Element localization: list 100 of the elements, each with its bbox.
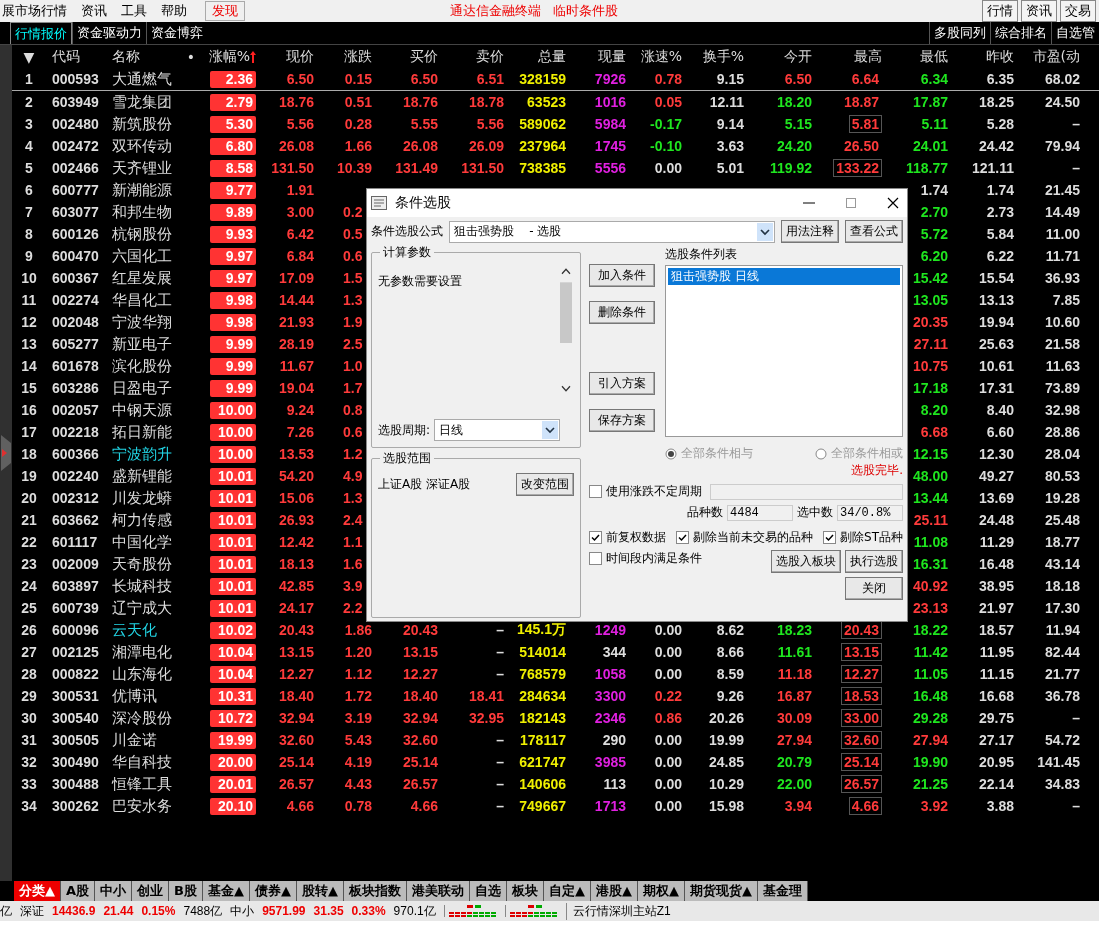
table-cell-text: 600366 (51, 446, 100, 462)
table-cell-text: 18.87 (842, 93, 880, 111)
dialog-button[interactable]: 关闭 (845, 577, 903, 600)
category-tab[interactable]: 港美联动 (407, 881, 470, 901)
checkbox[interactable]: 剔除当前未交易的品种 (676, 529, 813, 546)
category-tab[interactable]: 自选 (470, 881, 507, 901)
tab[interactable]: 自选管 (1051, 22, 1099, 44)
category-tab[interactable]: 期权▲ (638, 881, 685, 901)
category-tab[interactable]: 板块指数 (344, 881, 407, 901)
dialog-button[interactable]: 保存方案 (589, 409, 655, 432)
table-cell: 36.78 (1044, 688, 1080, 704)
column-header[interactable]: 最高 (812, 47, 882, 66)
dialog-button[interactable]: 引入方案 (589, 372, 655, 395)
column-header[interactable]: • (186, 48, 196, 65)
table-cell: 20.43 (402, 622, 438, 638)
stock-name: 滨化股份 (111, 356, 173, 376)
column-header[interactable]: 市盈(动 (1014, 47, 1080, 66)
table-cell: 119.92 (769, 160, 812, 176)
category-tab[interactable]: 期货现货▲ (685, 881, 758, 901)
table-cell-text: 300540 (51, 710, 100, 726)
category-tab[interactable]: A股 (61, 881, 96, 901)
tab[interactable]: 资金博弈 (146, 22, 207, 44)
category-tab[interactable]: 债券▲ (250, 881, 297, 901)
table-cell-text: 600367 (51, 270, 100, 286)
column-header[interactable]: 总量 (504, 47, 566, 66)
checkbox[interactable]: 时间段内满足条件 (589, 550, 702, 567)
table-cell: 14.49 (1044, 204, 1080, 220)
table-cell: 5.01 (716, 160, 744, 176)
checkbox[interactable]: 使用涨跌不定周期 (589, 483, 702, 500)
column-header[interactable]: 最低 (882, 47, 948, 66)
category-tab[interactable]: 板块 (507, 881, 544, 901)
row-number: 3 (24, 116, 34, 132)
column-header[interactable]: 涨幅% (196, 47, 256, 66)
tab[interactable]: 资金驱动力 (72, 22, 146, 44)
column-header[interactable]: 现量 (566, 47, 626, 66)
column-header[interactable]: 换手% (682, 47, 744, 66)
column-header[interactable]: ▼ (12, 48, 46, 65)
category-tab[interactable]: 分类▲ (14, 881, 61, 901)
table-cell: 11.63 (1045, 358, 1080, 374)
table-cell: 5.11 (921, 116, 948, 132)
formula-dropdown[interactable]: 狙击强势股 - 选股 (449, 220, 775, 243)
table-cell: 11.18 (777, 666, 812, 682)
category-tab[interactable]: B股 (169, 881, 203, 901)
menu-item[interactable]: 帮助 (159, 2, 199, 20)
period-dropdown[interactable]: 日线 (434, 419, 561, 441)
menu-item[interactable]: 资讯 (79, 2, 119, 20)
menu-item[interactable]: 发现 (205, 1, 245, 21)
dialog-button[interactable]: 加入条件 (589, 264, 655, 287)
category-tab[interactable]: 港股▲ (591, 881, 638, 901)
category-tab[interactable]: 基金理 (758, 881, 808, 901)
column-header[interactable]: 买价 (372, 47, 438, 66)
column-header[interactable]: 涨跌 (314, 47, 372, 66)
column-header[interactable]: 涨速% (626, 47, 682, 66)
dialog-button[interactable]: 删除条件 (589, 301, 655, 324)
menu-item[interactable]: 展市场行情 (0, 2, 79, 20)
dialog-button[interactable]: 查看公式 (845, 220, 903, 243)
checkbox[interactable]: 前复权数据 (589, 529, 666, 546)
category-tab[interactable]: 股转▲ (297, 881, 344, 901)
category-tab[interactable]: 中小 (95, 881, 133, 901)
column-header[interactable]: 今开 (744, 47, 812, 66)
checkbox[interactable]: 剔除ST品种 (823, 529, 903, 546)
toolbar-button[interactable]: 资讯 (1021, 0, 1057, 22)
count-field: 34/0.8% (837, 504, 903, 521)
toolbar-button[interactable]: 行情 (982, 0, 1018, 22)
column-header[interactable]: 名称 (106, 47, 186, 66)
column-header[interactable]: 现价 (256, 47, 314, 66)
table-cell: 9.26 (716, 688, 744, 704)
table-cell: 6.35 (986, 71, 1014, 87)
dialog-button[interactable]: 选股入板块 (771, 550, 841, 573)
table-cell: 140606 (519, 776, 566, 792)
tab[interactable]: 综合排名 (990, 22, 1051, 44)
column-header[interactable]: 昨收 (948, 47, 1014, 66)
table-cell: 8.59 (716, 666, 744, 682)
table-cell: 18.76 (402, 94, 438, 110)
table-cell: 48.00 (912, 468, 948, 484)
tab[interactable]: 行情报价 (10, 22, 72, 44)
table-cell: 15.06 (278, 490, 314, 506)
field-label: 选中数 (797, 504, 833, 521)
table-cell-text: 0.5 (342, 226, 363, 242)
table-cell: – (496, 754, 504, 770)
category-tab[interactable]: 基金▲ (203, 881, 250, 901)
table-cell: 0.05 (654, 94, 682, 110)
menu-item[interactable]: 工具 (119, 2, 159, 20)
close-icon[interactable] (887, 197, 899, 209)
table-cell: 13.69 (978, 490, 1014, 506)
category-tab[interactable]: 自定▲ (544, 881, 591, 901)
table-cell: 25.14 (278, 754, 314, 770)
column-header[interactable]: 代码 (46, 47, 106, 66)
column-header[interactable]: 卖价 (438, 47, 504, 66)
tab[interactable]: 多股同列 (929, 22, 990, 44)
dialog-button[interactable]: 执行选股 (845, 550, 903, 573)
row-number: 34 (20, 798, 38, 814)
toolbar-button[interactable]: 交易 (1060, 0, 1096, 22)
dialog-button[interactable]: 用法注释 (781, 220, 839, 243)
category-tab[interactable]: 创业 (132, 881, 170, 901)
maximize-icon[interactable] (845, 197, 857, 209)
list-item[interactable]: 狙击强势股 日线 (668, 268, 900, 285)
table-cell: 18.20 (776, 94, 812, 110)
side-handle[interactable] (1, 435, 11, 471)
change-range-button[interactable]: 改变范围 (516, 473, 574, 496)
